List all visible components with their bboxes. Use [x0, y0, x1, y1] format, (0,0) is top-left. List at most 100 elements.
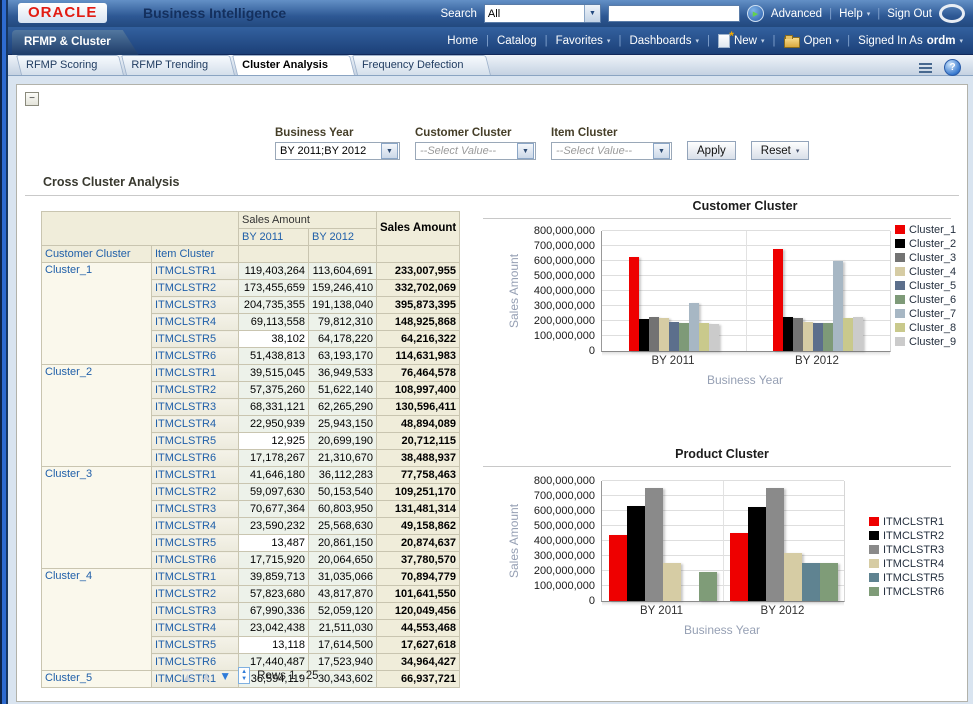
pagination-first-button[interactable]: ▲ — [182, 669, 194, 683]
item-cluster-link[interactable]: ITMCLSTR3 — [155, 605, 216, 617]
bar-itmclstr6-by-2012[interactable] — [820, 563, 838, 601]
bar-cluster_6-by-2012[interactable] — [823, 323, 833, 351]
bar-cluster_8-by-2012[interactable] — [843, 318, 853, 351]
bar-itmclstr2-by-2011[interactable] — [627, 506, 645, 601]
item-cluster-combo[interactable]: --Select Value-- ▼ — [551, 142, 672, 160]
sales-total-cell: 120,049,456 — [377, 603, 460, 620]
tab-rfmp-trending[interactable]: RFMP Trending — [121, 55, 230, 75]
bar-cluster_9-by-2011[interactable] — [709, 324, 719, 351]
item-cluster-link[interactable]: ITMCLSTR2 — [155, 486, 216, 498]
bar-cluster_5-by-2011[interactable] — [669, 322, 679, 351]
item-cluster-link[interactable]: ITMCLSTR3 — [155, 401, 216, 413]
apply-button[interactable]: Apply — [687, 141, 736, 160]
item-cluster-link[interactable]: ITMCLSTR2 — [155, 588, 216, 600]
by-2012-link[interactable]: BY 2012 — [312, 231, 354, 243]
separator: | — [877, 8, 880, 20]
bar-itmclstr1-by-2011[interactable] — [609, 535, 627, 601]
bar-cluster_4-by-2011[interactable] — [659, 318, 669, 351]
item-cluster-link[interactable]: ITMCLSTR1 — [155, 265, 216, 277]
bar-cluster_2-by-2011[interactable] — [639, 319, 649, 351]
advanced-link[interactable]: Advanced — [771, 8, 822, 20]
nav-open[interactable]: Open ▾ — [784, 34, 840, 48]
signed-in-menu[interactable]: Signed In As ordm ▾ — [858, 35, 963, 47]
customer-cluster-link[interactable]: Cluster_4 — [45, 570, 92, 582]
pagination-expand-button[interactable]: ▲ ▼ — [238, 667, 250, 684]
bar-itmclstr5-by-2012[interactable] — [802, 563, 820, 601]
item-cluster-link[interactable]: ITMCLSTR5 — [155, 537, 216, 549]
item-cluster-link[interactable]: ITMCLSTR2 — [155, 282, 216, 294]
bar-cluster_3-by-2011[interactable] — [649, 317, 659, 351]
sign-out-link[interactable]: Sign Out — [887, 8, 932, 20]
nav-home[interactable]: Home — [447, 35, 478, 47]
legend-swatch — [869, 573, 879, 582]
customer-cluster-link[interactable]: Cluster_1 — [45, 264, 92, 276]
search-go-button[interactable]: ▶ — [747, 5, 764, 22]
item-cluster-link[interactable]: ITMCLSTR5 — [155, 333, 216, 345]
item-cluster-link[interactable]: ITMCLSTR6 — [155, 554, 216, 566]
chevron-down-icon[interactable]: ▼ — [517, 143, 534, 159]
bar-itmclstr3-by-2012[interactable] — [766, 488, 784, 601]
item-cluster-link[interactable]: ITMCLSTR4 — [155, 418, 216, 430]
item-cluster-link[interactable]: ITMCLSTR4 — [155, 622, 216, 634]
reset-button[interactable]: Reset ▾ — [751, 141, 810, 160]
bar-itmclstr2-by-2012[interactable] — [748, 507, 766, 601]
business-year-combo[interactable]: BY 2011;BY 2012 ▼ — [275, 142, 400, 160]
nav-favorites[interactable]: Favorites ▾ — [556, 35, 611, 47]
tab-cluster-analysis[interactable]: Cluster Analysis — [232, 55, 350, 75]
customer-cluster-link[interactable]: Cluster_2 — [45, 366, 92, 378]
item-cluster-header-link[interactable]: Item Cluster — [155, 248, 214, 260]
help-icon[interactable]: ? — [944, 59, 961, 76]
item-cluster-link[interactable]: ITMCLSTR1 — [155, 469, 216, 481]
item-cluster-link[interactable]: ITMCLSTR6 — [155, 656, 216, 668]
customer-cluster-combo[interactable]: --Select Value-- ▼ — [415, 142, 536, 160]
bar-itmclstr3-by-2011[interactable] — [645, 488, 663, 601]
bar-cluster_7-by-2011[interactable] — [689, 303, 699, 351]
bar-itmclstr6-by-2011[interactable] — [699, 572, 717, 601]
item-cluster-link[interactable]: ITMCLSTR3 — [155, 503, 216, 515]
page-options-icon[interactable] — [919, 63, 932, 73]
item-cluster-link[interactable]: ITMCLSTR5 — [155, 639, 216, 651]
item-cluster-link[interactable]: ITMCLSTR1 — [155, 367, 216, 379]
help-menu-label[interactable]: Help — [839, 8, 863, 20]
item-cluster-link[interactable]: ITMCLSTR4 — [155, 520, 216, 532]
bar-cluster_5-by-2012[interactable] — [813, 323, 823, 351]
chevron-down-icon[interactable]: ▼ — [584, 5, 600, 22]
bar-cluster_7-by-2012[interactable] — [833, 261, 843, 351]
dashboard-tab-rfmp-cluster[interactable]: RFMP & Cluster — [12, 30, 139, 55]
item-cluster-link[interactable]: ITMCLSTR6 — [155, 350, 216, 362]
help-menu[interactable]: Help ▾ — [839, 8, 870, 20]
sales-total-cell: 70,894,779 — [377, 569, 460, 586]
search-scope-select[interactable]: All ▼ — [484, 4, 601, 23]
bar-cluster_1-by-2011[interactable] — [629, 257, 639, 351]
item-cluster-link[interactable]: ITMCLSTR5 — [155, 435, 216, 447]
chevron-down-icon[interactable]: ▼ — [653, 143, 670, 159]
collapse-section-button[interactable]: − — [25, 92, 39, 106]
item-cluster-link[interactable]: ITMCLSTR6 — [155, 452, 216, 464]
bar-cluster_9-by-2012[interactable] — [853, 317, 863, 351]
nav-dashboards[interactable]: Dashboards ▾ — [629, 35, 699, 47]
pagination-previous-button[interactable]: ▲ — [200, 670, 212, 682]
search-input[interactable] — [608, 5, 740, 22]
bar-cluster_3-by-2012[interactable] — [793, 318, 803, 351]
bar-cluster_4-by-2012[interactable] — [803, 322, 813, 351]
item-cluster-link[interactable]: ITMCLSTR4 — [155, 316, 216, 328]
item-cluster-link[interactable]: ITMCLSTR3 — [155, 299, 216, 311]
nav-new[interactable]: * New ▾ — [718, 34, 765, 48]
bar-itmclstr4-by-2011[interactable] — [663, 563, 681, 601]
bar-cluster_8-by-2011[interactable] — [699, 323, 709, 351]
customer-cluster-link[interactable]: Cluster_3 — [45, 468, 92, 480]
tab-rfmp-scoring[interactable]: RFMP Scoring — [16, 55, 119, 75]
nav-catalog[interactable]: Catalog — [497, 35, 537, 47]
bar-itmclstr1-by-2012[interactable] — [730, 533, 748, 601]
bar-itmclstr4-by-2012[interactable] — [784, 553, 802, 601]
bar-cluster_6-by-2011[interactable] — [679, 323, 689, 351]
bar-cluster_2-by-2012[interactable] — [783, 317, 793, 351]
item-cluster-link[interactable]: ITMCLSTR1 — [155, 571, 216, 583]
by-2011-link[interactable]: BY 2011 — [242, 231, 283, 243]
customer-cluster-header-link[interactable]: Customer Cluster — [45, 248, 131, 260]
chevron-down-icon[interactable]: ▼ — [381, 143, 398, 159]
tab-frequency-defection[interactable]: Frequency Defection — [352, 55, 486, 75]
pagination-next-button[interactable]: ▼ — [219, 670, 231, 682]
bar-cluster_1-by-2012[interactable] — [773, 249, 783, 351]
item-cluster-link[interactable]: ITMCLSTR2 — [155, 384, 216, 396]
